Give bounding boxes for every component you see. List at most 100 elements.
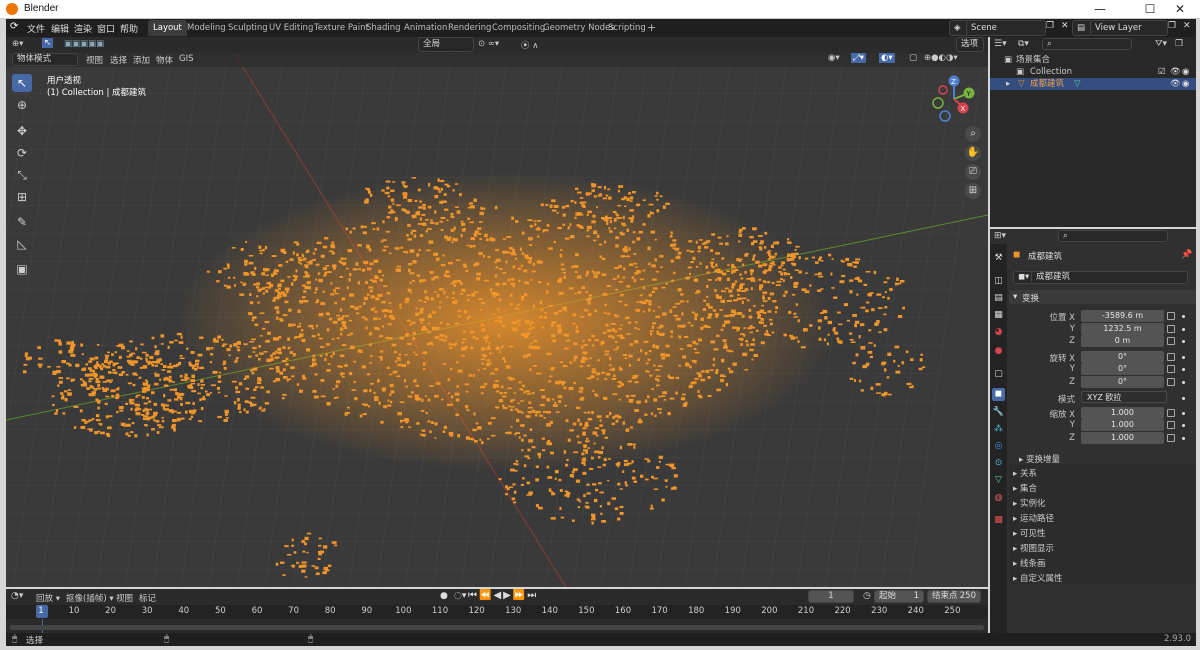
current-frame-field[interactable]: 1 (808, 590, 854, 603)
keyframe-dot-icon[interactable] (1182, 340, 1185, 343)
expand-arrow-icon[interactable]: ▸ (1006, 78, 1010, 90)
record-icon[interactable]: ● (440, 591, 448, 601)
keyframe-dot-icon[interactable] (1182, 368, 1185, 371)
move-tool[interactable]: ✥ (12, 122, 32, 140)
object-render-icon[interactable]: ◉ (1182, 78, 1189, 90)
menu-marker[interactable]: 标记 (139, 592, 156, 604)
navigation-gizmo[interactable]: Z Y X (925, 72, 980, 127)
section-collections[interactable]: ▸ 集合 (1013, 482, 1037, 494)
visibility-icon[interactable]: ◉▾ (828, 53, 840, 63)
playback-controls-icon[interactable]: ⏮⏪◀▶⏩⏭ (468, 590, 538, 601)
xray-icon[interactable]: ▢ (909, 53, 917, 63)
rotation-y-field[interactable]: 0° (1081, 363, 1164, 375)
transform-orientation[interactable]: 全局 (418, 37, 474, 52)
section-viewport-display[interactable]: ▸ 视图显示 (1013, 542, 1054, 554)
scale-z-field[interactable]: 1.000 (1081, 432, 1164, 444)
pan-hand-icon[interactable]: ✋ (965, 145, 981, 161)
gizmo-toggle-icon[interactable]: ⤢▾ (851, 53, 867, 63)
menu-view[interactable]: 视图 (116, 592, 133, 604)
camera-icon[interactable]: ⎚ (965, 164, 981, 180)
new-collection-icon[interactable]: ❐ (1175, 39, 1183, 49)
new-view-layer-icon[interactable]: ❐ (1168, 21, 1176, 31)
world-tab-icon[interactable]: ● (992, 345, 1005, 358)
view-layer-selector[interactable]: View Layer (1090, 20, 1168, 36)
end-frame-field[interactable]: 结束点 250 (927, 590, 981, 603)
properties-editor-icon[interactable]: ⊞▾ (994, 231, 1006, 241)
3d-viewport[interactable] (6, 37, 988, 587)
menu-keying[interactable]: 抠像(插帧) ▾ (66, 592, 114, 604)
keying-set-icon[interactable]: ◌▾ (454, 591, 466, 601)
properties-search-input[interactable]: ⌕ (1058, 230, 1168, 242)
keyframe-dot-icon[interactable] (1182, 315, 1185, 318)
menu-render[interactable]: 渲染 (74, 22, 92, 35)
perspective-grid-icon[interactable]: ⊞ (965, 183, 981, 199)
filter-icon[interactable]: ⛛▾ (1155, 39, 1167, 49)
scale-y-field[interactable]: 1.000 (1081, 419, 1164, 431)
location-y-field[interactable]: 1232.5 m (1081, 323, 1164, 335)
rotate-tool[interactable]: ⟳ (12, 144, 32, 162)
outliner-search-input[interactable]: ⌕ (1042, 38, 1132, 50)
section-visibility[interactable]: ▸ 可见性 (1013, 527, 1045, 539)
render-tab-icon[interactable]: ◫ (992, 275, 1005, 288)
delete-view-layer-icon[interactable]: ✕ (1183, 21, 1191, 31)
select-tool-icon[interactable]: ↖ (42, 38, 54, 48)
preview-range-icon[interactable]: ◷ (863, 591, 871, 601)
pivot-icon[interactable]: ⊙ ∞▾ (478, 39, 499, 49)
lock-scale-z-icon[interactable] (1167, 434, 1175, 442)
menu-view[interactable]: 视图 (86, 54, 103, 66)
object-type-icon[interactable]: ◼▾ (1013, 271, 1033, 284)
menu-file[interactable]: 文件 (27, 22, 45, 35)
new-scene-icon[interactable]: ❐ (1046, 21, 1054, 31)
section-motion-paths[interactable]: ▸ 运动路径 (1013, 512, 1054, 524)
object-tab-icon[interactable]: ◼ (992, 388, 1005, 401)
menu-help[interactable]: 帮助 (120, 22, 138, 35)
close-button[interactable]: ✕ (1166, 1, 1194, 17)
outliner-row-scene-collection[interactable]: ▣ 场景集合 (990, 54, 1196, 66)
collection-checkbox[interactable]: ☑ (1158, 66, 1166, 78)
keyframe-dot-icon[interactable] (1182, 356, 1185, 359)
outliner-editor-icon[interactable]: ☰▾ (994, 39, 1007, 49)
location-x-field[interactable]: -3589.6 m (1081, 310, 1164, 322)
section-instancing[interactable]: ▸ 实例化 (1013, 497, 1045, 509)
snap-icon[interactable]: ⦿ ∧ (521, 39, 538, 51)
object-visibility-icon[interactable]: 👁 (1170, 78, 1181, 90)
location-z-field[interactable]: 0 m (1081, 335, 1164, 347)
keyframe-dot-icon[interactable] (1182, 397, 1185, 400)
measure-tool[interactable]: ◺ (12, 235, 32, 253)
menu-select[interactable]: 选择 (110, 54, 127, 66)
viewport-scene[interactable] (6, 37, 988, 587)
timeline-editor-icon[interactable]: ◔▾ (11, 591, 23, 601)
timeline-scrollbar[interactable] (10, 625, 984, 630)
rotation-mode-dropdown[interactable]: XYZ 欧拉 (1081, 391, 1167, 403)
menu-add[interactable]: 添加 (133, 54, 150, 66)
collection-render-icon[interactable]: ◉ (1182, 66, 1189, 78)
options-dropdown[interactable]: 选项 (956, 37, 984, 52)
annotate-tool[interactable]: ✎ (12, 213, 32, 231)
menu-edit[interactable]: 编辑 (51, 22, 69, 35)
tool-tab-icon[interactable]: ⚒ (992, 252, 1005, 265)
section-line-art[interactable]: ▸ 线条画 (1013, 557, 1045, 569)
scene-tab-icon[interactable]: ◕ (992, 326, 1005, 339)
lock-location-y-icon[interactable] (1167, 325, 1175, 333)
lock-rotation-z-icon[interactable] (1167, 378, 1175, 386)
rotation-z-field[interactable]: 0° (1081, 376, 1164, 388)
keyframe-dot-icon[interactable] (1182, 328, 1185, 331)
zoom-icon[interactable]: ⌕ (965, 126, 981, 142)
editor-type-icon[interactable]: ⊕▾ (12, 39, 23, 49)
blender-menu-icon[interactable]: ⟳ (10, 21, 18, 32)
outliner-row-collection[interactable]: ▣ Collection ☑ 👁 ◉ (990, 66, 1196, 78)
menu-object[interactable]: 物体 (156, 54, 173, 66)
add-cube-tool[interactable]: ▣ (12, 260, 32, 278)
rotation-x-field[interactable]: 0° (1081, 351, 1164, 363)
select-mode-icons[interactable]: ▣▣▣▣▣ (64, 39, 104, 49)
shading-modes-icons[interactable]: ⊕●◐◑▾ (924, 53, 958, 63)
scale-x-field[interactable]: 1.000 (1081, 407, 1164, 419)
keyframe-dot-icon[interactable] (1182, 424, 1185, 427)
outliner-row-chengdu-buildings[interactable]: ▸ ▽ 成都建筑 ▽ 👁 ◉ (990, 78, 1196, 90)
maximize-button[interactable]: ☐ (1136, 1, 1164, 17)
lock-scale-x-icon[interactable] (1167, 409, 1175, 417)
delete-scene-icon[interactable]: ✕ (1061, 21, 1069, 31)
scene-selector[interactable]: Scene (966, 20, 1046, 36)
menu-gis[interactable]: GIS (179, 54, 194, 64)
lock-location-x-icon[interactable] (1167, 312, 1175, 320)
